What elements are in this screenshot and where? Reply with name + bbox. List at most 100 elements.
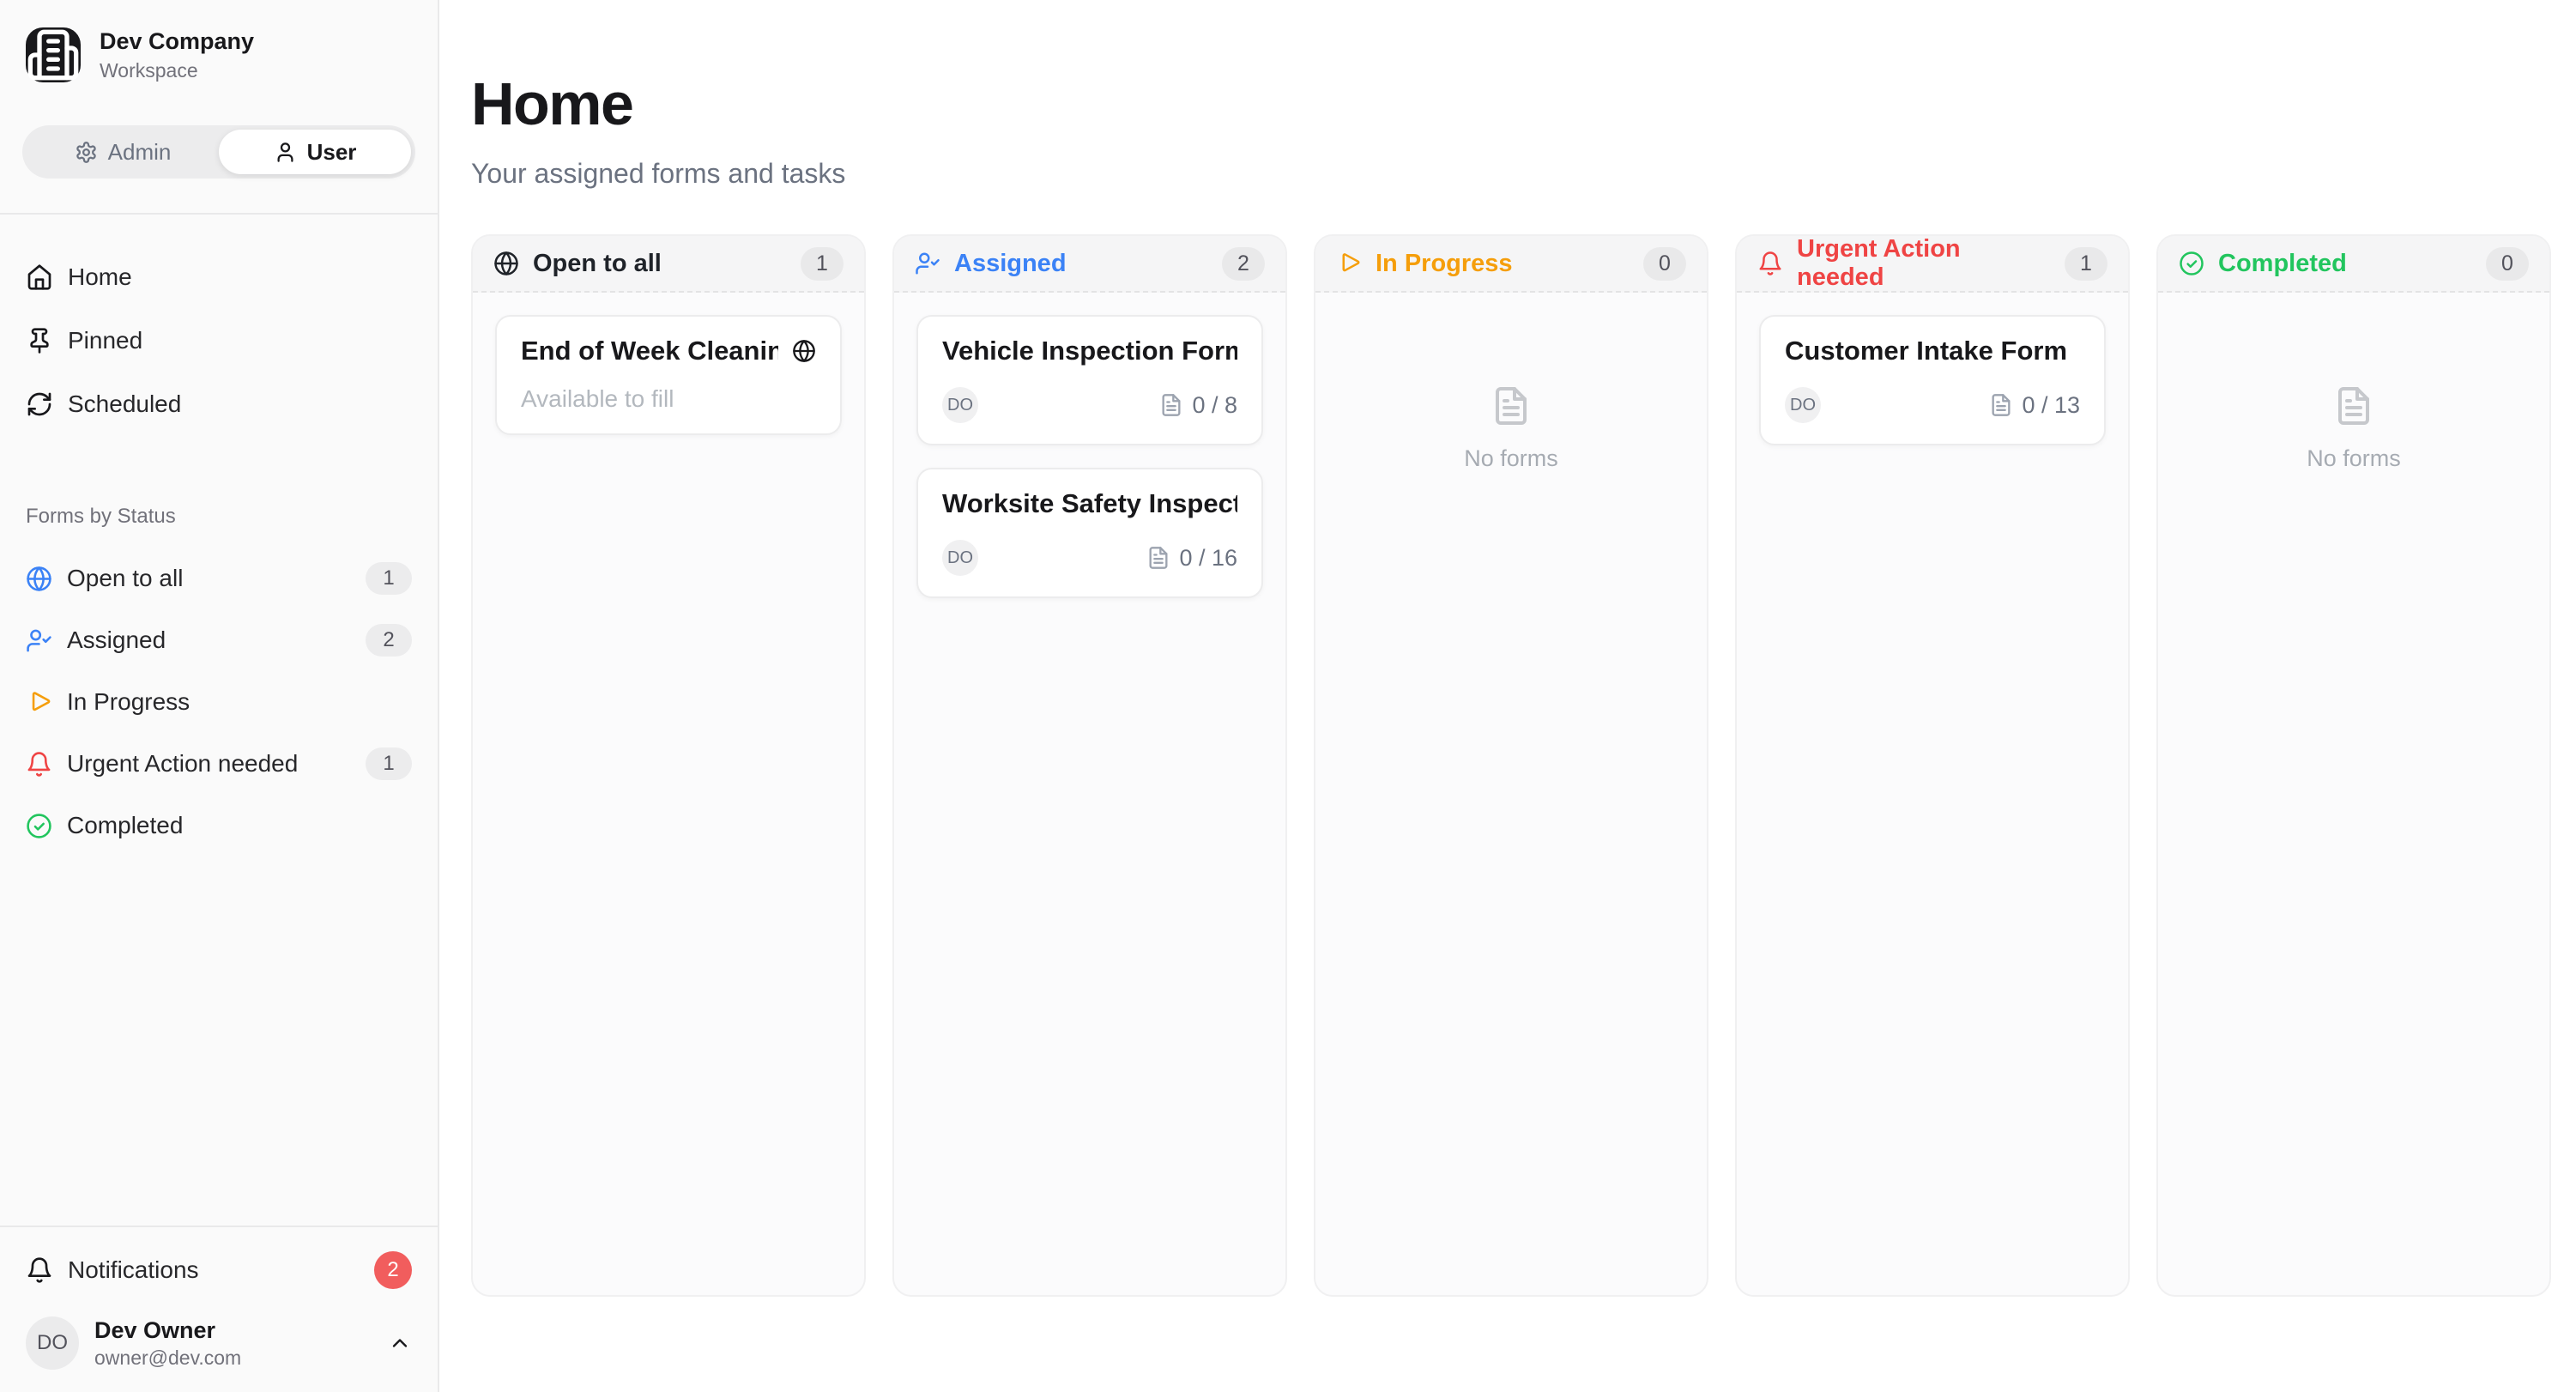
column-header: Urgent Action needed 1 <box>1737 236 2128 293</box>
card-title-row: Worksite Safety Inspecti... <box>942 488 1237 519</box>
card-footer: DO 0 / 13 <box>1785 387 2080 423</box>
home-icon <box>26 263 53 291</box>
column-count-badge: 1 <box>801 247 844 281</box>
column-count-badge: 0 <box>1643 247 1686 281</box>
sidebar-item-pinned[interactable]: Pinned <box>22 309 415 372</box>
column-title: Completed <box>2218 250 2347 278</box>
assignee-chip: DO <box>942 387 978 423</box>
file-text-icon <box>1491 385 1532 427</box>
workspace-type: Workspace <box>100 59 254 82</box>
count-badge: 1 <box>366 747 412 780</box>
user-toggle-label: User <box>307 139 357 166</box>
notifications-label: Notifications <box>68 1256 199 1284</box>
bell-icon <box>26 751 52 778</box>
file-text-icon <box>1159 393 1183 417</box>
card-title: Worksite Safety Inspecti... <box>942 488 1237 519</box>
sidebar-item-in-progress[interactable]: In Progress <box>22 671 415 733</box>
sidebar-item-label: Open to all <box>67 565 183 592</box>
column-body: End of Week Cleaning ... Available to fi… <box>473 293 864 457</box>
main-content: Home Your assigned forms and tasks Open … <box>439 0 2576 1392</box>
progress-count: 0 / 16 <box>1179 545 1237 572</box>
empty-state-label: No forms <box>2307 445 2401 472</box>
role-toggle: Admin User <box>22 125 415 179</box>
card-progress: 0 / 13 <box>1989 392 2080 419</box>
column-header: Open to all 1 <box>473 236 864 293</box>
form-card-vehicle-inspection[interactable]: Vehicle Inspection Form DO 0 / 8 <box>916 315 1263 445</box>
sidebar-spacer <box>22 856 415 1226</box>
file-text-icon <box>1146 546 1170 570</box>
card-title: Vehicle Inspection Form <box>942 336 1237 366</box>
user-toggle-button[interactable]: User <box>219 130 411 174</box>
pin-icon <box>26 327 53 354</box>
workspace-logo <box>26 27 81 82</box>
sidebar-item-home[interactable]: Home <box>22 245 415 309</box>
form-card-end-of-week-cleaning[interactable]: End of Week Cleaning ... Available to fi… <box>495 315 842 435</box>
user-info: Dev Owner owner@dev.com <box>94 1316 241 1370</box>
notifications-count-badge: 2 <box>374 1251 412 1289</box>
sidebar-item-label: Scheduled <box>68 390 181 418</box>
sidebar-item-completed[interactable]: Completed <box>22 795 415 856</box>
bell-icon <box>26 1256 53 1284</box>
kanban-board: Open to all 1 End of Week Cleaning ... A… <box>471 234 2576 1297</box>
chevron-up-icon[interactable] <box>388 1331 412 1355</box>
sidebar-item-urgent-action-needed[interactable]: Urgent Action needed 1 <box>22 733 415 795</box>
sidebar-item-label: Urgent Action needed <box>67 750 298 778</box>
card-title-row: Customer Intake Form <box>1785 336 2080 366</box>
check-circle-icon <box>2179 251 2204 276</box>
assignee-chip: DO <box>942 540 978 576</box>
workspace-info: Dev Company Workspace <box>100 27 254 82</box>
column-title: Open to all <box>533 250 662 278</box>
progress-count: 0 / 8 <box>1192 392 1237 419</box>
column-header: In Progress 0 <box>1315 236 1707 293</box>
column-body: No forms <box>2158 293 2549 494</box>
app-root: Dev Company Workspace Admin User Home Pi <box>0 0 2576 1392</box>
column-body: Customer Intake Form DO 0 / 13 <box>1737 293 2128 468</box>
user-check-icon <box>26 627 52 654</box>
empty-state: No forms <box>2180 385 2527 472</box>
page-subtitle: Your assigned forms and tasks <box>471 158 2576 190</box>
form-card-worksite-safety-inspection[interactable]: Worksite Safety Inspecti... DO 0 / 16 <box>916 468 1263 598</box>
notifications-button[interactable]: Notifications 2 <box>22 1236 415 1304</box>
empty-state-label: No forms <box>1464 445 1558 472</box>
play-icon <box>1336 251 1362 276</box>
sidebar-item-assigned[interactable]: Assigned 2 <box>22 609 415 671</box>
column-body: No forms <box>1315 293 1707 494</box>
board-column-assigned: Assigned 2 Vehicle Inspection Form DO 0 … <box>892 234 1287 1297</box>
sidebar-item-scheduled[interactable]: Scheduled <box>22 372 415 436</box>
sidebar-bottom-divider <box>0 1226 438 1227</box>
gear-icon <box>75 141 98 164</box>
sidebar-item-open-to-all[interactable]: Open to all 1 <box>22 548 415 609</box>
empty-state: No forms <box>1338 385 1684 472</box>
sidebar-item-label: In Progress <box>67 688 190 716</box>
sidebar-divider <box>0 213 438 215</box>
assignee-chip: DO <box>1785 387 1821 423</box>
bell-icon <box>1757 251 1783 276</box>
globe-icon <box>26 566 52 592</box>
globe-icon <box>493 251 519 276</box>
refresh-icon <box>26 390 53 418</box>
play-icon <box>26 689 52 716</box>
globe-icon <box>792 339 816 363</box>
user-check-icon <box>915 251 940 276</box>
workspace-switcher[interactable]: Dev Company Workspace <box>26 27 412 82</box>
file-text-icon <box>1989 393 2013 417</box>
forms-by-status-list: Open to all 1 Assigned 2 In Progress Urg… <box>22 548 415 856</box>
user-menu[interactable]: DO Dev Owner owner@dev.com <box>22 1316 415 1370</box>
column-header: Assigned 2 <box>894 236 1285 293</box>
card-footer: DO 0 / 16 <box>942 540 1237 576</box>
column-count-badge: 2 <box>1222 247 1265 281</box>
card-progress: 0 / 16 <box>1146 545 1237 572</box>
admin-toggle-button[interactable]: Admin <box>27 130 219 174</box>
column-count-badge: 0 <box>2486 247 2529 281</box>
page-title: Home <box>471 74 2576 134</box>
card-title-row: Vehicle Inspection Form <box>942 336 1237 366</box>
user-icon <box>274 141 297 164</box>
form-card-customer-intake[interactable]: Customer Intake Form DO 0 / 13 <box>1759 315 2106 445</box>
column-title: Assigned <box>954 250 1067 278</box>
sidebar-nav: Home Pinned Scheduled <box>22 245 415 436</box>
avatar: DO <box>26 1316 79 1370</box>
card-title-row: End of Week Cleaning ... <box>521 336 816 366</box>
sidebar-item-label: Pinned <box>68 327 142 354</box>
card-title: Customer Intake Form <box>1785 336 2067 366</box>
sidebar-item-label: Completed <box>67 812 183 839</box>
